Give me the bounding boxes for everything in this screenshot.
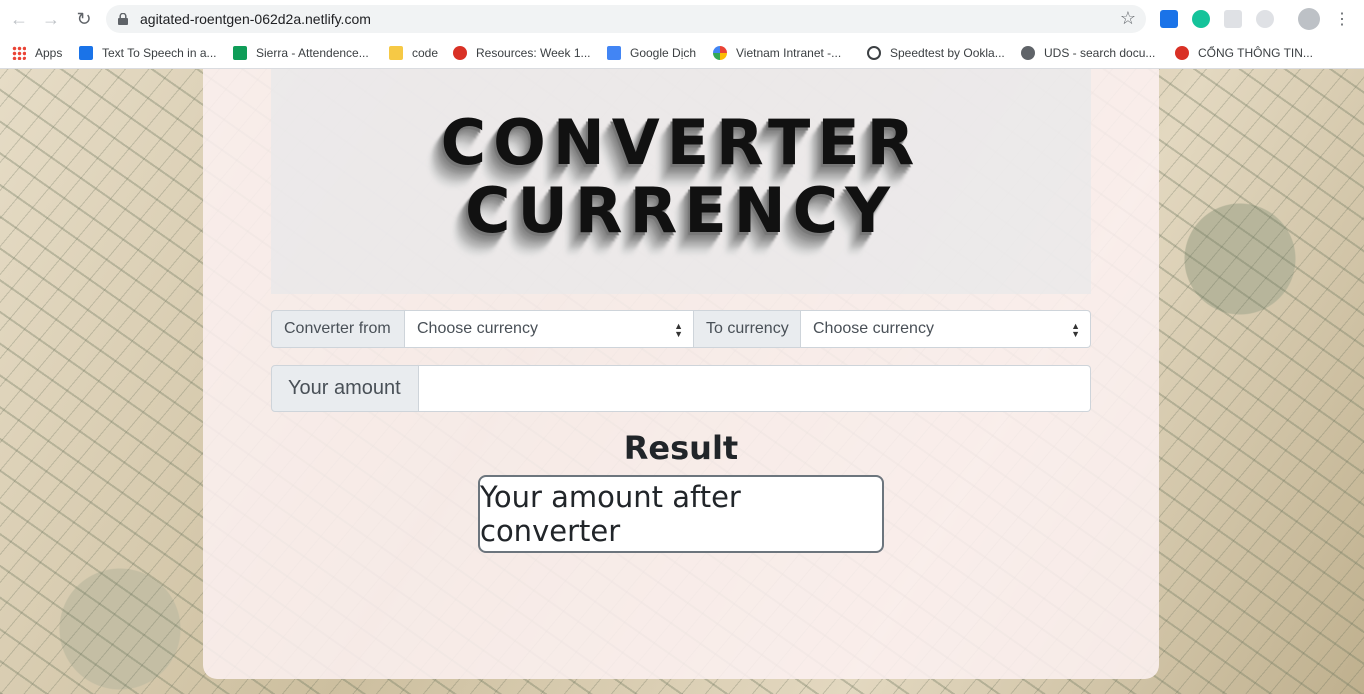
bookmark-label: Sierra - Attendence... [256,46,369,60]
globe-icon [1021,46,1035,60]
amount-row: Your amount [271,365,1091,412]
title-line-1: CONVERTER [440,106,922,179]
bookmark-label: Resources: Week 1... [476,46,591,60]
forward-icon[interactable]: → [40,8,62,30]
url-text: agitated-roentgen-062d2a.netlify.com [140,11,371,27]
bookmark-label: code [412,46,439,60]
page-title: CONVERTER CURRENCY [271,109,1091,245]
result-output: Your amount after converter [478,475,884,553]
to-currency-label: To currency [694,310,801,348]
bookmark-text-to-speech[interactable]: Text To Speech in a... [79,43,217,63]
result-text: Your amount after converter [480,480,741,548]
hero-banner: CONVERTER CURRENCY [271,69,1091,294]
page-background: CONVERTER CURRENCY Converter from Choose… [0,69,1364,694]
bookmark-apps[interactable]: Apps [12,43,62,63]
address-bar[interactable]: agitated-roentgen-062d2a.netlify.com ☆ [106,5,1146,33]
bookmark-label: Speedtest by Ookla... [890,46,1005,60]
amount-input[interactable] [419,365,1091,412]
to-currency-select[interactable]: Choose currency ▲ ▼ [801,310,1091,348]
bookmark-label: CỔNG THÔNG TIN... [1198,46,1313,60]
google-icon [713,46,727,60]
to-currency-value: Choose currency [813,320,934,337]
bookmark-uds[interactable]: UDS - search docu... [1021,43,1155,63]
extension-icon[interactable] [1256,10,1274,28]
bookmark-cong-thong-tin[interactable]: CỔNG THÔNG TIN... [1175,43,1313,63]
bookmark-label: Google Dịch [630,46,697,60]
amount-label: Your amount [271,365,419,412]
browser-toolbar: ← → ↻ agitated-roentgen-062d2a.netlify.c… [0,0,1364,38]
lock-icon [118,13,128,25]
translate-icon [607,46,621,60]
emblem-icon [1175,46,1189,60]
from-currency-value: Choose currency [417,320,538,337]
converter-panel: CONVERTER CURRENCY Converter from Choose… [203,69,1159,679]
water-drop-extension-icon[interactable] [1160,10,1178,28]
select-arrows-icon: ▲ ▼ [674,321,683,339]
bookmark-sierra[interactable]: Sierra - Attendence... [233,43,369,63]
result-heading: Result [623,429,739,467]
apps-grid-icon [12,46,26,60]
bookmark-star-icon[interactable]: ☆ [1120,8,1136,29]
sheets-icon [233,46,247,60]
bookmarks-bar: Apps Text To Speech in a... Sierra - Att… [0,38,1364,69]
bookmark-resources[interactable]: Resources: Week 1... [453,43,591,63]
profile-avatar-icon[interactable] [1298,8,1320,30]
bookmark-label: Vietnam Intranet -... [736,46,842,60]
bookmark-speedtest[interactable]: Speedtest by Ookla... [867,43,1005,63]
menu-kebab-icon[interactable]: ⋮ [1331,8,1353,30]
resources-icon [453,46,467,60]
from-currency-select[interactable]: Choose currency ▲ ▼ [405,310,694,348]
currency-select-row: Converter from Choose currency ▲ ▼ To cur… [271,310,1091,348]
from-currency-label: Converter from [271,310,405,348]
bookmark-label: Text To Speech in a... [102,46,217,60]
bookmark-code[interactable]: code [389,43,438,63]
back-icon[interactable]: ← [8,8,30,30]
title-line-2: CURRENCY [465,174,897,247]
bookmark-label: Apps [35,46,63,60]
grammarly-extension-icon[interactable] [1192,10,1210,28]
reload-icon[interactable]: ↻ [73,8,95,30]
speech-icon [79,46,93,60]
extension-icon[interactable] [1224,10,1242,28]
bookmark-label: UDS - search docu... [1044,46,1156,60]
speedometer-icon [867,46,881,60]
bookmark-vietnam-intranet[interactable]: Vietnam Intranet -... [713,43,841,63]
folder-icon [389,46,403,60]
bookmark-google-dich[interactable]: Google Dịch [607,43,696,63]
select-arrows-icon: ▲ ▼ [1071,321,1080,339]
